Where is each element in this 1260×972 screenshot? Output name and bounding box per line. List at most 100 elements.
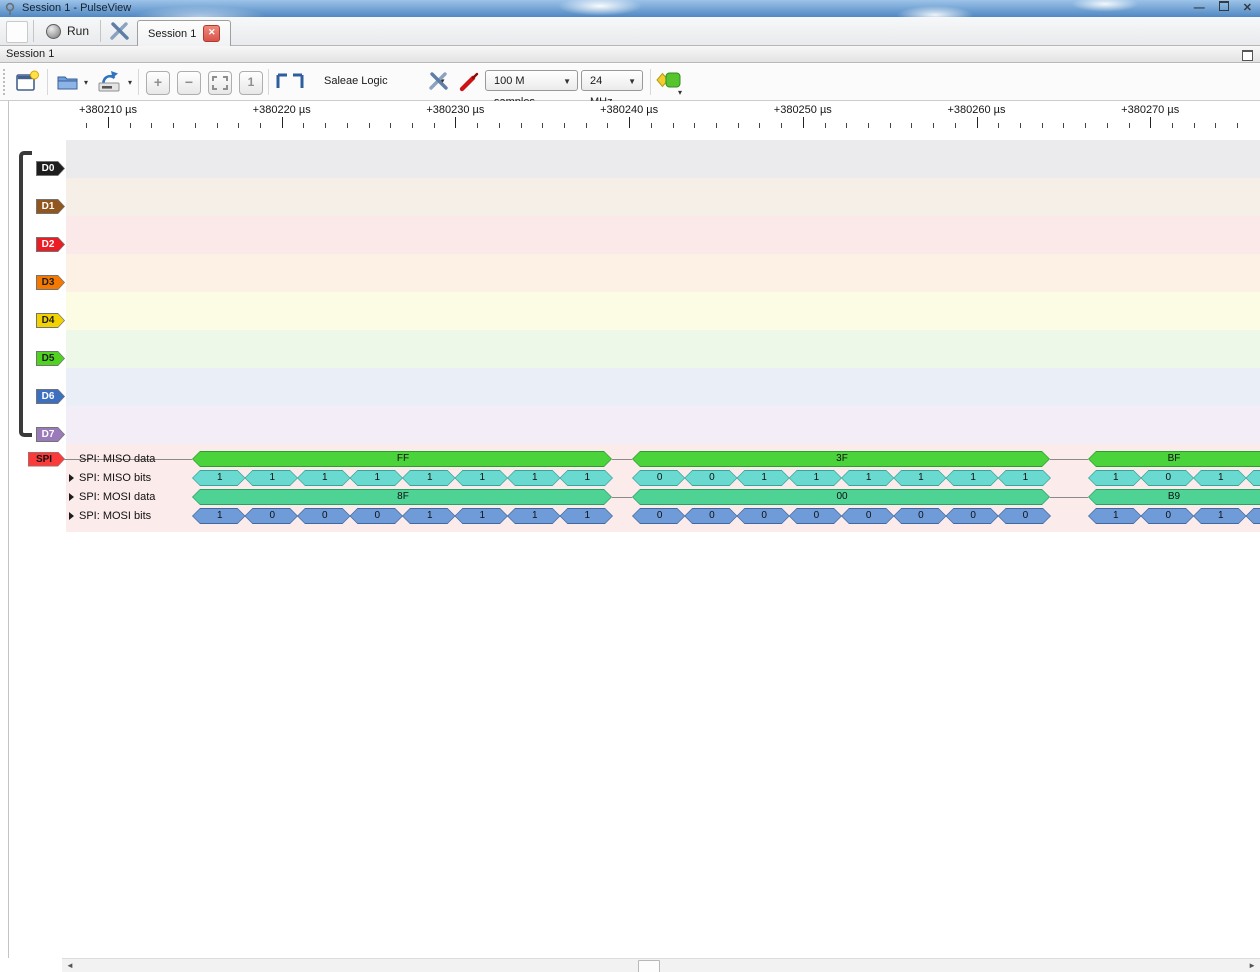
decoder-row-expander[interactable]	[69, 493, 74, 501]
decoder-annotation-fill: 0	[351, 509, 403, 523]
decoder-annotation: 1	[893, 470, 946, 486]
decoder-row-label[interactable]: SPI: MOSI data	[79, 490, 155, 504]
undock-panel-icon[interactable]	[1242, 50, 1253, 61]
decoder-row-expander[interactable]	[69, 474, 74, 482]
ruler-tick	[911, 123, 912, 128]
decoder-annotation-fill: 1	[351, 471, 403, 485]
sample-count-select[interactable]: 100 M samples ▼	[485, 70, 578, 91]
ruler-tick	[1215, 123, 1216, 128]
decoder-annotation-fill: 0	[298, 509, 350, 523]
tab-session-1[interactable]: Session 1 ✕	[137, 20, 231, 46]
open-file-button[interactable]	[55, 69, 81, 98]
decoder-annotation-text: 1	[1089, 471, 1143, 485]
channel-band-D4	[66, 292, 1260, 330]
decoder-annotation: 8F	[192, 489, 612, 505]
restore-button[interactable]	[1219, 0, 1229, 17]
decoder-annotation: 0	[350, 508, 404, 524]
tab-close-icon[interactable]: ✕	[203, 25, 220, 42]
decoder-annotation-text: 1	[456, 509, 510, 523]
decoder-dropdown-arrow[interactable]: ▾	[678, 88, 682, 97]
minimize-button[interactable]: —	[1194, 0, 1205, 17]
decoder-annotation-fill: 0	[894, 509, 945, 523]
zoom-in-button[interactable]: +	[146, 71, 170, 95]
scroll-right-icon[interactable]: ►	[1248, 961, 1256, 970]
separator	[47, 69, 48, 95]
decoder-annotation-text: 1	[456, 471, 510, 485]
decoder-annotation-fill: 1	[298, 471, 350, 485]
ruler-tick	[933, 123, 934, 128]
decoder-annotation-fill: 3F	[633, 452, 1049, 466]
scroll-left-icon[interactable]: ◄	[66, 961, 74, 970]
new-session-button[interactable]	[14, 69, 40, 98]
decoder-annotation-text: 1	[790, 471, 843, 485]
decoder-annotation-fill: 1	[894, 471, 945, 485]
decoder-annotation: 0	[297, 508, 351, 524]
decoder-annotation: 0	[632, 508, 685, 524]
run-state-icon	[46, 24, 61, 39]
app-icon	[5, 2, 17, 18]
decoder-row-label[interactable]: SPI: MOSI bits	[79, 509, 151, 523]
decoder-annotation: 1	[560, 470, 614, 486]
ruler-tick	[1194, 123, 1195, 128]
decoder-row-expander[interactable]	[69, 512, 74, 520]
decoder-annotation-text: 1	[738, 471, 791, 485]
decoder-annotation-text: 0	[351, 509, 405, 523]
sample-rate-select[interactable]: 24 MHz ▼	[581, 70, 643, 91]
decoder-annotation-text: BF	[1089, 452, 1259, 466]
ruler-tick	[86, 123, 87, 128]
decoder-annotation: 1	[1088, 508, 1142, 524]
scrollbar-thumb[interactable]	[638, 960, 660, 972]
channel-group-bracket[interactable]	[19, 151, 32, 437]
zoom-fit-button[interactable]	[208, 71, 232, 95]
time-ruler[interactable]: +380210 µs+380220 µs+380230 µs+380240 µs…	[0, 101, 1260, 130]
save-file-button[interactable]	[96, 69, 122, 98]
ruler-tick	[1085, 123, 1086, 128]
trigger-rising-edge-icon[interactable]	[291, 71, 304, 94]
ruler-tick-label: +380240 µs	[569, 104, 689, 116]
decoder-annotation-fill: 0	[790, 509, 841, 523]
ruler-tick	[759, 123, 760, 128]
separator	[268, 69, 269, 95]
trigger-falling-edge-icon[interactable]	[276, 71, 289, 94]
open-dropdown-arrow[interactable]: ▾	[84, 78, 88, 87]
save-dropdown-arrow[interactable]: ▾	[128, 78, 132, 87]
decoder-annotation-text: 0	[633, 509, 686, 523]
settings-wrench-button[interactable]	[106, 19, 134, 43]
decoder-annotation-fill: 1	[561, 509, 613, 523]
ruler-tick	[130, 123, 131, 128]
decoder-annotation-fill: 1	[1194, 471, 1246, 485]
ruler-tick	[673, 123, 674, 128]
channel-band-D3	[66, 254, 1260, 292]
ruler-tick	[629, 117, 630, 128]
zoom-one-to-one-button[interactable]: 1	[239, 71, 263, 95]
decoder-tag-spi[interactable]: SPI	[28, 452, 65, 467]
horizontal-scrollbar[interactable]: ◄ ►	[62, 958, 1260, 972]
close-button[interactable]: ✕	[1243, 0, 1252, 17]
decoder-row-label[interactable]: SPI: MISO data	[79, 452, 155, 466]
toolbar-handle[interactable]	[3, 69, 5, 95]
ruler-tick	[694, 123, 695, 128]
decoder-annotation-fill: 0	[633, 471, 684, 485]
decoder-annotation-fill: 1	[842, 471, 893, 485]
ruler-tick	[195, 123, 196, 128]
run-button[interactable]: Run	[40, 20, 95, 42]
decoder-annotation: 0	[684, 470, 737, 486]
decoder-annotation-text: 8F	[193, 490, 613, 504]
ruler-tick-label: +380250 µs	[743, 104, 863, 116]
decoder-annotation: 1	[1193, 508, 1247, 524]
ruler-tick	[1237, 123, 1238, 128]
ruler-tick	[1107, 123, 1108, 128]
decoder-annotation-fill: 1	[1089, 471, 1141, 485]
ruler-tick	[1129, 123, 1130, 128]
configure-device-button[interactable]	[425, 69, 453, 96]
decoder-row-label[interactable]: SPI: MISO bits	[79, 471, 151, 485]
zoom-out-button[interactable]: −	[177, 71, 201, 95]
decoder-annotation-fill: B9	[1089, 490, 1260, 504]
channels-probe-button[interactable]	[457, 69, 481, 96]
decoder-annotation-fill: 0	[1142, 509, 1194, 523]
ruler-tick	[781, 123, 782, 128]
decoder-annotation: 1	[455, 470, 509, 486]
new-view-button[interactable]	[6, 21, 28, 43]
decoder-annotation-text: 0	[298, 509, 352, 523]
ruler-tick-label: +380270 µs	[1090, 104, 1210, 116]
